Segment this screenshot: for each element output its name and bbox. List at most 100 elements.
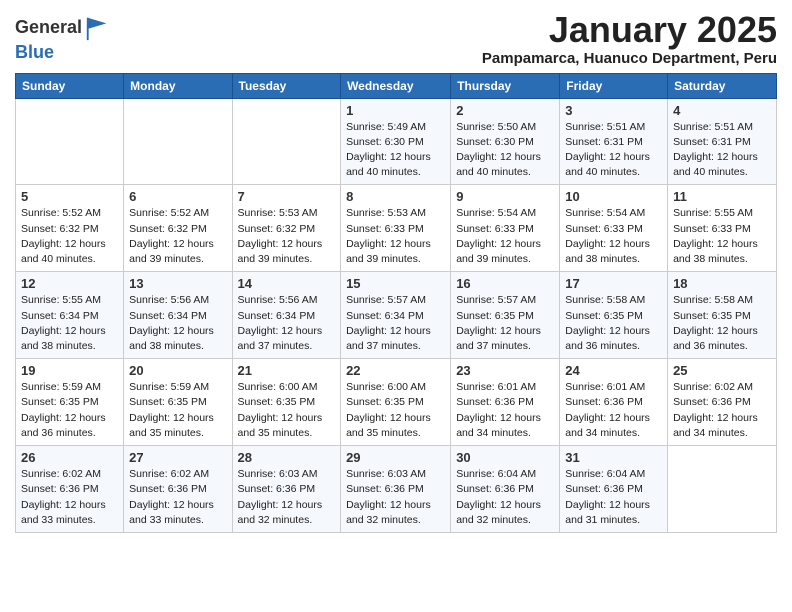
day-number: 5 bbox=[21, 189, 118, 204]
day-info: Sunrise: 6:00 AM Sunset: 6:35 PM Dayligh… bbox=[346, 380, 445, 441]
day-number: 20 bbox=[129, 363, 226, 378]
calendar-cell: 29Sunrise: 6:03 AM Sunset: 6:36 PM Dayli… bbox=[341, 446, 451, 533]
day-info: Sunrise: 5:57 AM Sunset: 6:35 PM Dayligh… bbox=[456, 293, 554, 354]
calendar-cell: 19 Sunrise: 5:59 AM Sunset: 6:35 PM Dayli… bbox=[16, 359, 124, 446]
col-tuesday: Tuesday bbox=[232, 73, 341, 98]
day-info: Sunrise: 6:03 AM Sunset: 6:36 PM Dayligh… bbox=[238, 467, 336, 528]
day-info: Sunrise: 5:58 AM Sunset: 6:35 PM Dayligh… bbox=[673, 293, 771, 354]
day-info: Sunrise: 5:52 AM Sunset: 6:32 PM Dayligh… bbox=[21, 206, 118, 267]
day-info: Sunrise: 5:51 AM Sunset: 6:31 PM Dayligh… bbox=[565, 120, 662, 181]
day-number: 26 bbox=[21, 450, 118, 465]
calendar-week-2: 5 Sunrise: 5:52 AM Sunset: 6:32 PM Daylig… bbox=[16, 185, 777, 272]
day-number: 21 bbox=[238, 363, 336, 378]
day-info: Sunrise: 5:49 AM Sunset: 6:30 PM Dayligh… bbox=[346, 120, 445, 181]
day-info: Sunrise: 6:02 AM Sunset: 6:36 PM Dayligh… bbox=[21, 467, 118, 528]
day-info: Sunrise: 6:04 AM Sunset: 6:36 PM Dayligh… bbox=[456, 467, 554, 528]
day-number: 2 bbox=[456, 103, 554, 118]
day-info: Sunrise: 5:52 AM Sunset: 6:32 PM Dayligh… bbox=[129, 206, 226, 267]
day-info: Sunrise: 6:01 AM Sunset: 6:36 PM Dayligh… bbox=[565, 380, 662, 441]
calendar-cell: 2 Sunrise: 5:50 AM Sunset: 6:30 PM Daylig… bbox=[451, 98, 560, 185]
logo-flag-icon bbox=[84, 14, 112, 42]
day-info: Sunrise: 5:51 AM Sunset: 6:31 PM Dayligh… bbox=[673, 120, 771, 181]
day-number: 6 bbox=[129, 189, 226, 204]
day-number: 12 bbox=[21, 276, 118, 291]
calendar-cell: 5 Sunrise: 5:52 AM Sunset: 6:32 PM Daylig… bbox=[16, 185, 124, 272]
calendar-week-5: 26 Sunrise: 6:02 AM Sunset: 6:36 PM Dayli… bbox=[16, 446, 777, 533]
location-subtitle: Pampamarca, Huanuco Department, Peru bbox=[482, 50, 777, 67]
day-info: Sunrise: 5:53 AM Sunset: 6:33 PM Dayligh… bbox=[346, 206, 445, 267]
calendar-cell: 8Sunrise: 5:53 AM Sunset: 6:33 PM Daylig… bbox=[341, 185, 451, 272]
calendar-body: 1 Sunrise: 5:49 AM Sunset: 6:30 PM Daylig… bbox=[16, 98, 777, 532]
col-saturday: Saturday bbox=[668, 73, 777, 98]
day-info: Sunrise: 5:54 AM Sunset: 6:33 PM Dayligh… bbox=[565, 206, 662, 267]
calendar-week-3: 12 Sunrise: 5:55 AM Sunset: 6:34 PM Dayli… bbox=[16, 272, 777, 359]
day-number: 22 bbox=[346, 363, 445, 378]
calendar-cell bbox=[668, 446, 777, 533]
col-friday: Friday bbox=[560, 73, 668, 98]
calendar-cell: 30 Sunrise: 6:04 AM Sunset: 6:36 PM Dayli… bbox=[451, 446, 560, 533]
calendar-cell: 17Sunrise: 5:58 AM Sunset: 6:35 PM Dayli… bbox=[560, 272, 668, 359]
page-header: General Blue January 2025 Pampamarca, Hu… bbox=[15, 10, 777, 67]
day-info: Sunrise: 5:57 AM Sunset: 6:34 PM Dayligh… bbox=[346, 293, 445, 354]
col-wednesday: Wednesday bbox=[341, 73, 451, 98]
calendar-cell bbox=[124, 98, 232, 185]
day-number: 19 bbox=[21, 363, 118, 378]
day-number: 10 bbox=[565, 189, 662, 204]
day-number: 13 bbox=[129, 276, 226, 291]
col-thursday: Thursday bbox=[451, 73, 560, 98]
calendar-cell: 12 Sunrise: 5:55 AM Sunset: 6:34 PM Dayli… bbox=[16, 272, 124, 359]
calendar-cell: 15Sunrise: 5:57 AM Sunset: 6:34 PM Dayli… bbox=[341, 272, 451, 359]
day-number: 27 bbox=[129, 450, 226, 465]
day-info: Sunrise: 6:01 AM Sunset: 6:36 PM Dayligh… bbox=[456, 380, 554, 441]
day-info: Sunrise: 5:54 AM Sunset: 6:33 PM Dayligh… bbox=[456, 206, 554, 267]
day-number: 28 bbox=[238, 450, 336, 465]
day-number: 1 bbox=[346, 103, 445, 118]
calendar-cell: 1 Sunrise: 5:49 AM Sunset: 6:30 PM Daylig… bbox=[341, 98, 451, 185]
day-info: Sunrise: 6:04 AM Sunset: 6:36 PM Dayligh… bbox=[565, 467, 662, 528]
calendar-cell: 21 Sunrise: 6:00 AM Sunset: 6:35 PM Dayli… bbox=[232, 359, 341, 446]
calendar-table: Sunday Monday Tuesday Wednesday Thursday… bbox=[15, 73, 777, 533]
calendar-cell: 27Sunrise: 6:02 AM Sunset: 6:36 PM Dayli… bbox=[124, 446, 232, 533]
calendar-cell: 10 Sunrise: 5:54 AM Sunset: 6:33 PM Dayli… bbox=[560, 185, 668, 272]
calendar-cell: 11 Sunrise: 5:55 AM Sunset: 6:33 PM Dayli… bbox=[668, 185, 777, 272]
day-info: Sunrise: 5:56 AM Sunset: 6:34 PM Dayligh… bbox=[238, 293, 336, 354]
day-number: 4 bbox=[673, 103, 771, 118]
logo-text: General Blue bbox=[15, 14, 112, 63]
calendar-cell: 25 Sunrise: 6:02 AM Sunset: 6:36 PM Dayli… bbox=[668, 359, 777, 446]
day-info: Sunrise: 5:56 AM Sunset: 6:34 PM Dayligh… bbox=[129, 293, 226, 354]
calendar-cell: 22 Sunrise: 6:00 AM Sunset: 6:35 PM Dayli… bbox=[341, 359, 451, 446]
day-info: Sunrise: 5:55 AM Sunset: 6:33 PM Dayligh… bbox=[673, 206, 771, 267]
calendar-cell: 4 Sunrise: 5:51 AM Sunset: 6:31 PM Daylig… bbox=[668, 98, 777, 185]
day-info: Sunrise: 5:53 AM Sunset: 6:32 PM Dayligh… bbox=[238, 206, 336, 267]
calendar-cell bbox=[232, 98, 341, 185]
day-number: 24 bbox=[565, 363, 662, 378]
calendar-cell: 23 Sunrise: 6:01 AM Sunset: 6:36 PM Dayli… bbox=[451, 359, 560, 446]
day-number: 23 bbox=[456, 363, 554, 378]
col-sunday: Sunday bbox=[16, 73, 124, 98]
day-number: 30 bbox=[456, 450, 554, 465]
day-number: 9 bbox=[456, 189, 554, 204]
day-info: Sunrise: 5:55 AM Sunset: 6:34 PM Dayligh… bbox=[21, 293, 118, 354]
day-info: Sunrise: 5:50 AM Sunset: 6:30 PM Dayligh… bbox=[456, 120, 554, 181]
calendar-cell: 26 Sunrise: 6:02 AM Sunset: 6:36 PM Dayli… bbox=[16, 446, 124, 533]
calendar-cell: 18 Sunrise: 5:58 AM Sunset: 6:35 PM Dayli… bbox=[668, 272, 777, 359]
day-number: 18 bbox=[673, 276, 771, 291]
day-info: Sunrise: 6:00 AM Sunset: 6:35 PM Dayligh… bbox=[238, 380, 336, 441]
logo: General Blue bbox=[15, 14, 112, 63]
calendar-cell bbox=[16, 98, 124, 185]
month-title: January 2025 bbox=[482, 10, 777, 50]
calendar-cell: 14Sunrise: 5:56 AM Sunset: 6:34 PM Dayli… bbox=[232, 272, 341, 359]
day-info: Sunrise: 6:02 AM Sunset: 6:36 PM Dayligh… bbox=[673, 380, 771, 441]
title-block: January 2025 Pampamarca, Huanuco Departm… bbox=[482, 10, 777, 67]
calendar-cell: 24 Sunrise: 6:01 AM Sunset: 6:36 PM Dayli… bbox=[560, 359, 668, 446]
calendar-cell: 7Sunrise: 5:53 AM Sunset: 6:32 PM Daylig… bbox=[232, 185, 341, 272]
day-info: Sunrise: 5:59 AM Sunset: 6:35 PM Dayligh… bbox=[21, 380, 118, 441]
logo-blue: Blue bbox=[15, 42, 54, 63]
header-row: Sunday Monday Tuesday Wednesday Thursday… bbox=[16, 73, 777, 98]
day-number: 25 bbox=[673, 363, 771, 378]
day-number: 11 bbox=[673, 189, 771, 204]
day-number: 29 bbox=[346, 450, 445, 465]
calendar-cell: 16Sunrise: 5:57 AM Sunset: 6:35 PM Dayli… bbox=[451, 272, 560, 359]
col-monday: Monday bbox=[124, 73, 232, 98]
calendar-week-1: 1 Sunrise: 5:49 AM Sunset: 6:30 PM Daylig… bbox=[16, 98, 777, 185]
